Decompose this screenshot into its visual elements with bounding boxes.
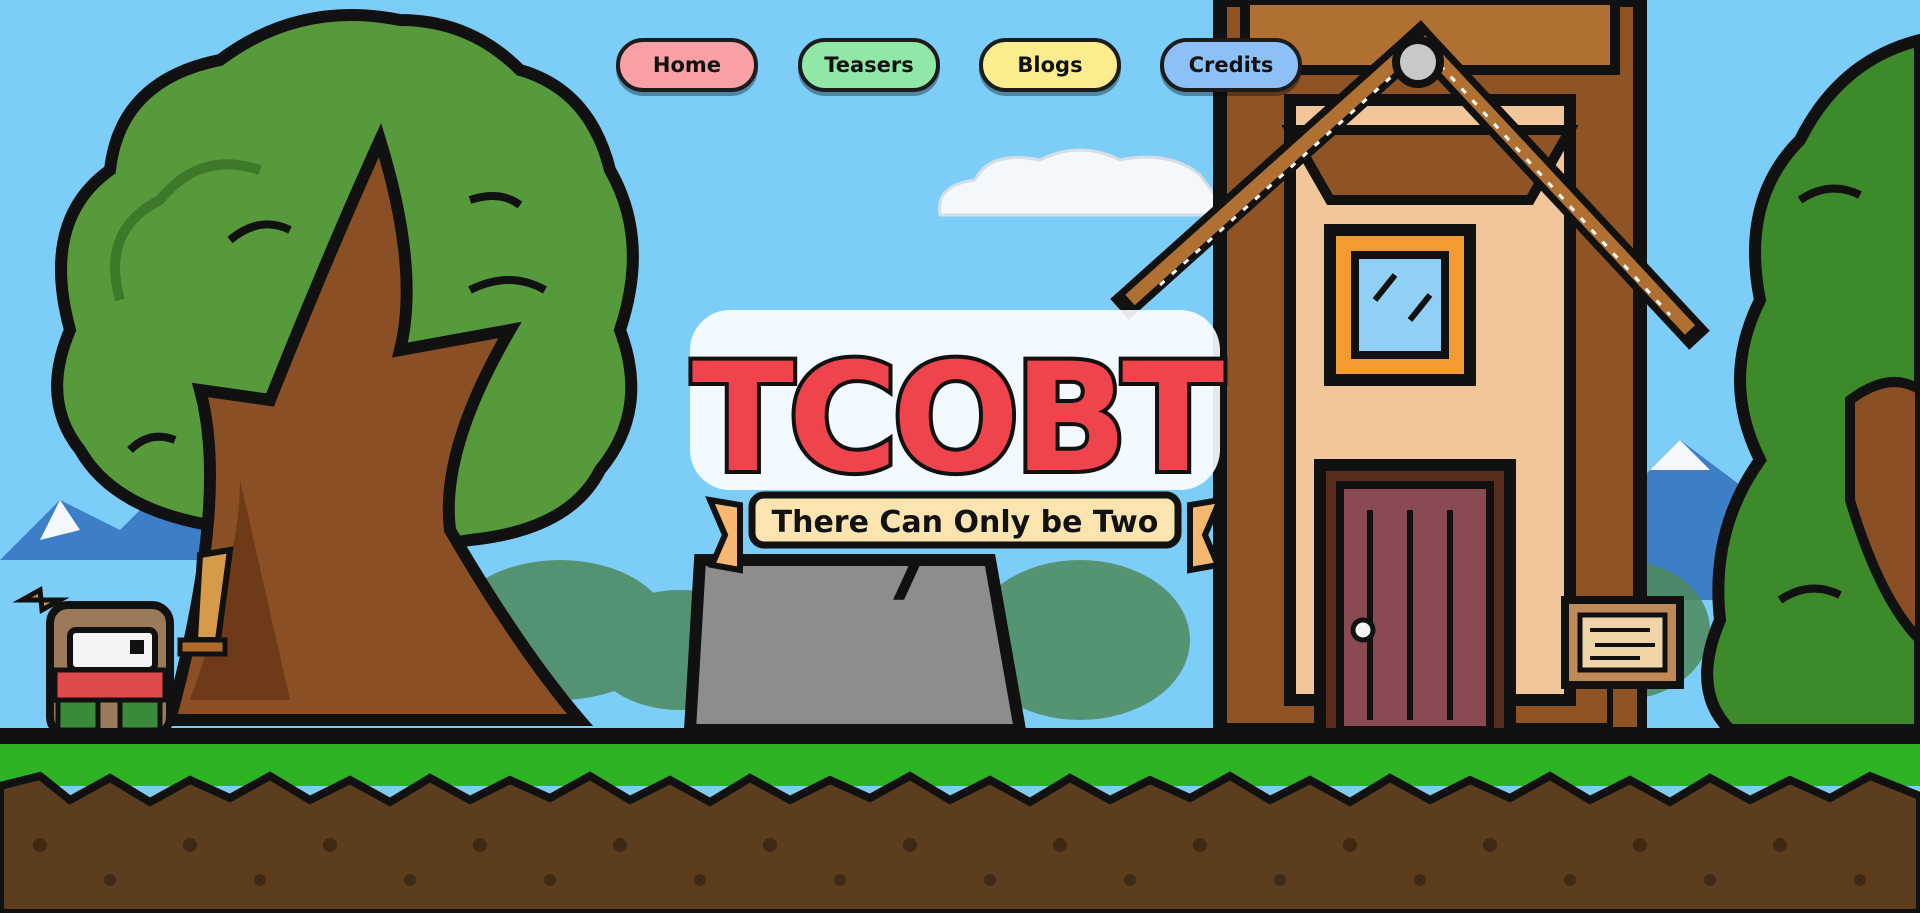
nav-credits-button[interactable]: Credits xyxy=(1160,38,1302,92)
logo-tagline: There Can Only be Two xyxy=(772,505,1159,540)
game-scene: 7 TCOBT There Can Only be Two Home Tease… xyxy=(0,0,1920,913)
nav-home-button[interactable]: Home xyxy=(616,38,758,92)
logo-title: TCOBT xyxy=(692,332,1224,506)
tombstone-glyph: 7 xyxy=(884,545,926,615)
scene-illustration: 7 TCOBT There Can Only be Two xyxy=(0,0,1920,913)
nav-blogs-button[interactable]: Blogs xyxy=(979,38,1121,92)
logo: TCOBT There Can Only be Two xyxy=(688,310,1234,574)
nav-teasers-button[interactable]: Teasers xyxy=(798,38,940,92)
ground xyxy=(0,728,1920,913)
